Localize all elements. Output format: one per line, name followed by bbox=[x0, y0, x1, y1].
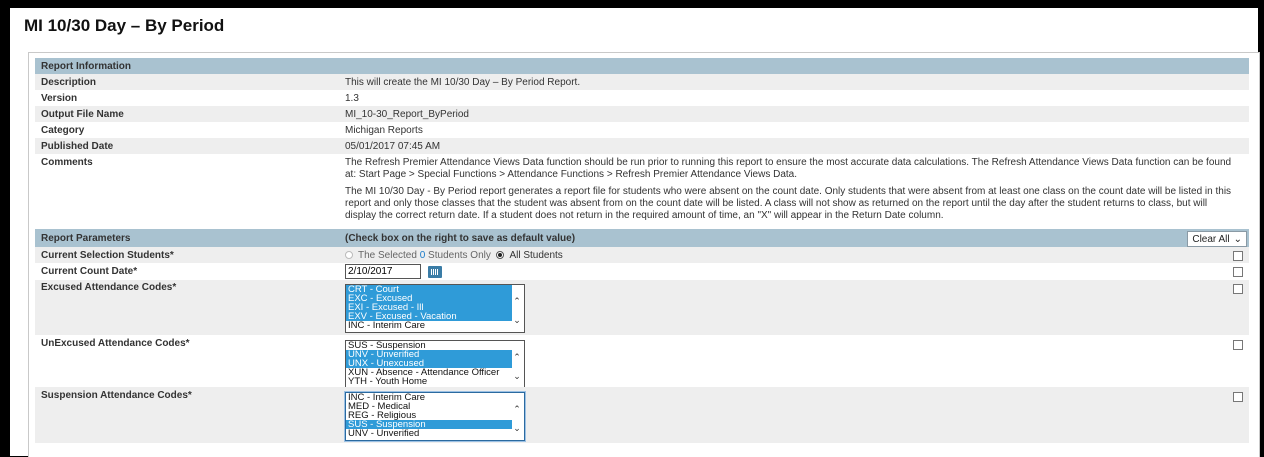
version-value: 1.3 bbox=[345, 92, 359, 104]
info-row-output-file: Output File Name MI_10-30_Report_ByPerio… bbox=[35, 106, 1249, 122]
all-students-label: All Students bbox=[509, 249, 563, 261]
report-card: Report Information Description This will… bbox=[28, 52, 1260, 457]
listbox-option[interactable]: UNV - Unverified bbox=[346, 429, 512, 438]
listbox-option[interactable]: INC - Interim Care bbox=[346, 393, 512, 402]
info-row-version: Version 1.3 bbox=[35, 90, 1249, 106]
description-label: Description bbox=[41, 76, 97, 88]
comments-paragraph-2: The MI 10/30 Day - By Period report gene… bbox=[345, 186, 1232, 221]
param-row-selection: Current Selection Students* The Selected… bbox=[35, 247, 1249, 263]
selected-students-radio[interactable] bbox=[345, 250, 353, 259]
excused-label: Excused Attendance Codes* bbox=[41, 282, 177, 293]
param-row-count-date: Current Count Date* bbox=[35, 263, 1249, 280]
published-value: 05/01/2017 07:45 AM bbox=[345, 140, 441, 152]
listbox-option[interactable]: YTH - Youth Home bbox=[346, 377, 512, 386]
excused-codes-listbox[interactable]: CRT - Court EXC - Excused EXI - Excused … bbox=[345, 284, 525, 333]
listbox-option[interactable]: EXV - Excused - Vacation bbox=[346, 312, 512, 321]
info-row-comments: Comments The Refresh Premier Attendance … bbox=[35, 154, 1249, 229]
save-default-checkbox-unexcused[interactable] bbox=[1233, 340, 1243, 350]
selection-label: Current Selection Students* bbox=[41, 249, 174, 261]
scroll-down-icon[interactable]: ⌄ bbox=[512, 424, 522, 433]
count-date-label: Current Count Date* bbox=[41, 266, 138, 277]
scroll-up-icon[interactable]: ⌃ bbox=[512, 297, 522, 306]
comments-paragraph-1: The Refresh Premier Attendance Views Dat… bbox=[345, 157, 1232, 180]
info-row-published: Published Date 05/01/2017 07:45 AM bbox=[35, 138, 1249, 154]
param-row-unexcused: UnExcused Attendance Codes* SUS - Suspen… bbox=[35, 335, 1249, 389]
scroll-up-icon[interactable]: ⌃ bbox=[512, 353, 522, 362]
save-default-checkbox-count-date[interactable] bbox=[1233, 267, 1243, 277]
param-row-excused: Excused Attendance Codes* CRT - Court EX… bbox=[35, 280, 1249, 335]
count-date-field-wrap bbox=[339, 264, 1249, 279]
save-default-checkbox-suspension[interactable] bbox=[1233, 392, 1243, 402]
description-value: This will create the MI 10/30 Day – By P… bbox=[345, 76, 581, 88]
suspension-listbox-wrap: INC - Interim Care MED - Medical REG - R… bbox=[339, 390, 1249, 441]
listbox-option[interactable]: REG - Religious bbox=[346, 411, 512, 420]
version-label: Version bbox=[41, 92, 78, 104]
listbox-option[interactable]: CRT - Court bbox=[346, 285, 512, 294]
listbox-option[interactable]: SUS - Suspension bbox=[346, 420, 512, 429]
output-file-label: Output File Name bbox=[41, 108, 124, 120]
excused-listbox-wrap: CRT - Court EXC - Excused EXI - Excused … bbox=[339, 282, 1249, 333]
report-table: Report Information Description This will… bbox=[35, 58, 1249, 443]
output-file-value: MI_10-30_Report_ByPeriod bbox=[345, 108, 469, 120]
listbox-option[interactable]: XUN - Absence - Attendance Officer bbox=[346, 368, 512, 377]
listbox-option[interactable]: SUS - Suspension bbox=[346, 341, 512, 350]
params-hint: (Check box on the right to save as defau… bbox=[345, 232, 576, 244]
page-title: MI 10/30 Day – By Period bbox=[24, 16, 225, 35]
listbox-option[interactable]: EXI - Excused - Ill bbox=[346, 303, 512, 312]
listbox-option[interactable]: MED - Medical bbox=[346, 402, 512, 411]
scroll-up-icon[interactable]: ⌃ bbox=[512, 405, 522, 414]
param-row-suspension: Suspension Attendance Codes* INC - Inter… bbox=[35, 387, 1249, 443]
listbox-option[interactable]: UNV - Unverified bbox=[346, 350, 512, 359]
published-label: Published Date bbox=[41, 140, 114, 152]
suspension-codes-listbox[interactable]: INC - Interim Care MED - Medical REG - R… bbox=[345, 392, 525, 441]
scroll-down-icon[interactable]: ⌄ bbox=[512, 372, 522, 381]
listbox-option[interactable]: EXC - Excused bbox=[346, 294, 512, 303]
comments-value: The Refresh Premier Attendance Views Dat… bbox=[339, 157, 1249, 227]
report-params-header: Report Parameters (Check box on the righ… bbox=[35, 229, 1249, 247]
section-title: Report Parameters bbox=[41, 232, 131, 244]
listbox-option[interactable]: INC - Interim Care bbox=[346, 321, 512, 330]
category-label: Category bbox=[41, 124, 85, 136]
selection-options: The Selected 0 Students Only All Student… bbox=[339, 250, 1249, 261]
report-window: MI 10/30 Day – By Period Report Informat… bbox=[10, 8, 1260, 457]
comments-label: Comments bbox=[41, 157, 93, 168]
scroll-down-icon[interactable]: ⌄ bbox=[512, 316, 522, 325]
suspension-label: Suspension Attendance Codes* bbox=[41, 390, 192, 401]
report-info-header: Report Information bbox=[35, 58, 1249, 74]
info-row-description: Description This will create the MI 10/3… bbox=[35, 74, 1249, 90]
category-value: Michigan Reports bbox=[345, 124, 423, 136]
section-title: Report Information bbox=[41, 60, 131, 72]
unexcused-label: UnExcused Attendance Codes* bbox=[41, 338, 190, 349]
selected-students-text-suffix: Students Only bbox=[425, 249, 491, 261]
clear-all-label: Clear All bbox=[1192, 233, 1230, 245]
calendar-icon[interactable] bbox=[427, 265, 442, 278]
unexcused-codes-listbox[interactable]: SUS - Suspension UNV - Unverified UNX - … bbox=[345, 340, 525, 389]
selected-students-text-prefix: The Selected bbox=[358, 249, 420, 261]
chevron-down-icon: ⌄ bbox=[1233, 233, 1242, 245]
all-students-radio[interactable] bbox=[496, 250, 505, 259]
unexcused-listbox-wrap: SUS - Suspension UNV - Unverified UNX - … bbox=[339, 338, 1249, 389]
count-date-input[interactable] bbox=[345, 264, 421, 279]
save-default-checkbox-selection[interactable] bbox=[1233, 251, 1243, 261]
info-row-category: Category Michigan Reports bbox=[35, 122, 1249, 138]
clear-all-select[interactable]: Clear All ⌄ bbox=[1187, 231, 1247, 247]
listbox-option[interactable]: UNX - Unexcused bbox=[346, 359, 512, 368]
save-default-checkbox-excused[interactable] bbox=[1233, 284, 1243, 294]
